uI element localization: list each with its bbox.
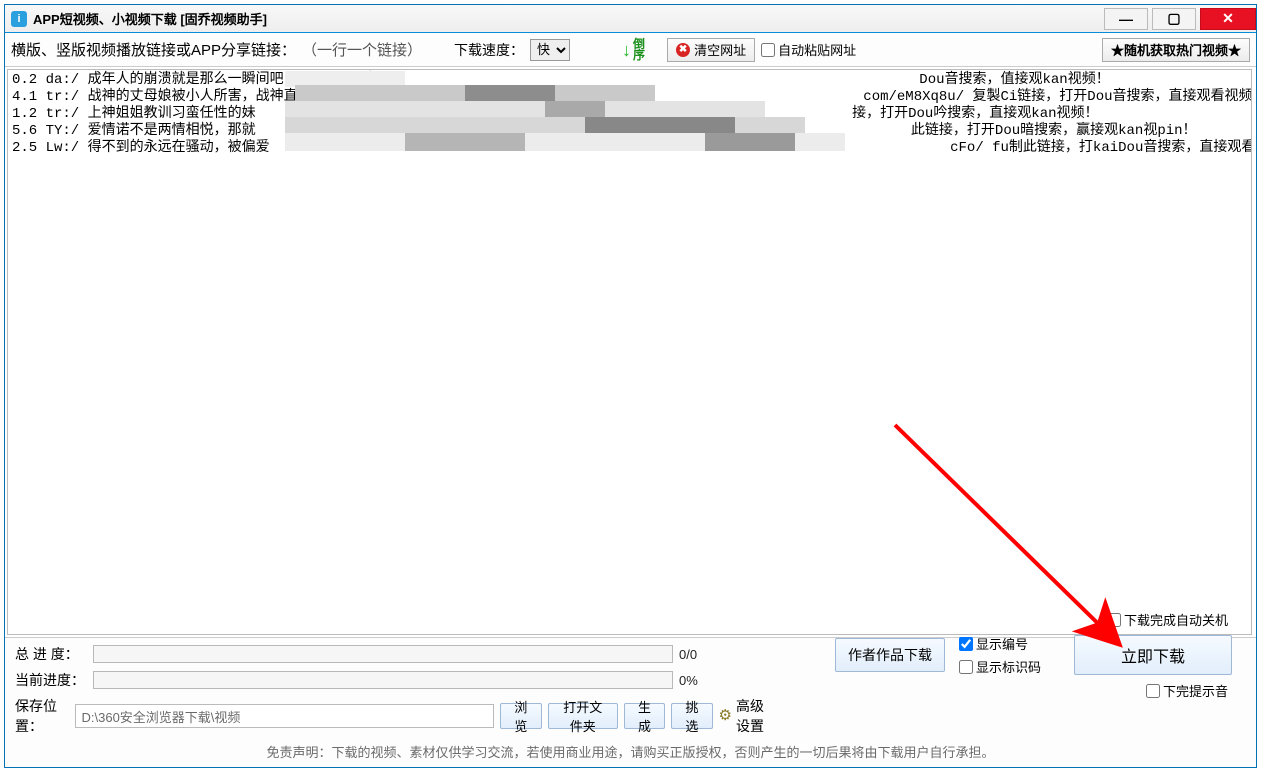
- pick-button[interactable]: 挑选: [671, 703, 712, 729]
- download-now-button[interactable]: 立即下载: [1074, 635, 1232, 675]
- speed-label: 下载速度：: [454, 40, 524, 60]
- done-sound-checkbox[interactable]: 下完提示音: [1146, 681, 1228, 700]
- advanced-settings-link[interactable]: ⚙ 高级设置: [719, 696, 775, 736]
- done-sound-label: 下完提示音: [1163, 681, 1228, 700]
- current-progress-value: 0%: [679, 673, 719, 688]
- browse-button[interactable]: 浏览: [500, 703, 541, 729]
- auto-shutdown-checkbox[interactable]: 下载完成自动关机: [1107, 610, 1228, 629]
- links-textarea[interactable]: [7, 69, 1252, 635]
- advanced-settings-label: 高级设置: [736, 696, 775, 736]
- down-arrow-icon: ↓: [622, 41, 631, 59]
- author-works-button[interactable]: 作者作品下载: [835, 638, 945, 672]
- app-icon: i: [11, 11, 27, 27]
- speed-select[interactable]: 快中慢: [530, 39, 570, 61]
- clear-urls-label: 清空网址: [694, 40, 746, 59]
- auto-paste-checkbox[interactable]: 自动粘贴网址: [761, 40, 856, 59]
- open-folder-button[interactable]: 打开文件夹: [548, 703, 618, 729]
- close-button[interactable]: ✕: [1200, 8, 1256, 30]
- auto-paste-label: 自动粘贴网址: [778, 40, 856, 59]
- random-hot-button[interactable]: ★随机获取热门视频★: [1102, 38, 1250, 62]
- current-progress-label: 当前进度：: [15, 670, 87, 690]
- minimize-button[interactable]: —: [1104, 8, 1148, 30]
- total-progress-bar: [93, 645, 673, 663]
- current-progress-bar: [93, 671, 673, 689]
- auto-shutdown-label: 下载完成自动关机: [1124, 610, 1228, 629]
- clear-urls-button[interactable]: ✖ 清空网址: [667, 38, 755, 62]
- disclaimer-text: 免责声明：下载的视频、素材仅供学习交流，若使用商业用途，请购买正版授权，否则产生…: [15, 736, 1246, 765]
- reverse-order-button[interactable]: ↓ 倒序: [622, 39, 645, 61]
- save-path-label: 保存位置：: [15, 696, 69, 736]
- gear-icon: ⚙: [719, 708, 732, 724]
- random-hot-label: ★随机获取热门视频★: [1111, 40, 1241, 59]
- link-input-hint: （一行一个链接）: [302, 39, 422, 60]
- generate-button[interactable]: 生成: [624, 703, 665, 729]
- window-title: APP短视频、小视频下载 [固乔视频助手]: [33, 9, 267, 28]
- clear-icon: ✖: [676, 43, 690, 57]
- save-path-input[interactable]: [75, 704, 495, 728]
- total-progress-label: 总 进 度：: [15, 644, 87, 664]
- link-input-label: 横版、竖版视频播放链接或APP分享链接：: [11, 39, 296, 60]
- total-progress-value: 0/0: [679, 647, 719, 662]
- maximize-button[interactable]: ▢: [1152, 8, 1196, 30]
